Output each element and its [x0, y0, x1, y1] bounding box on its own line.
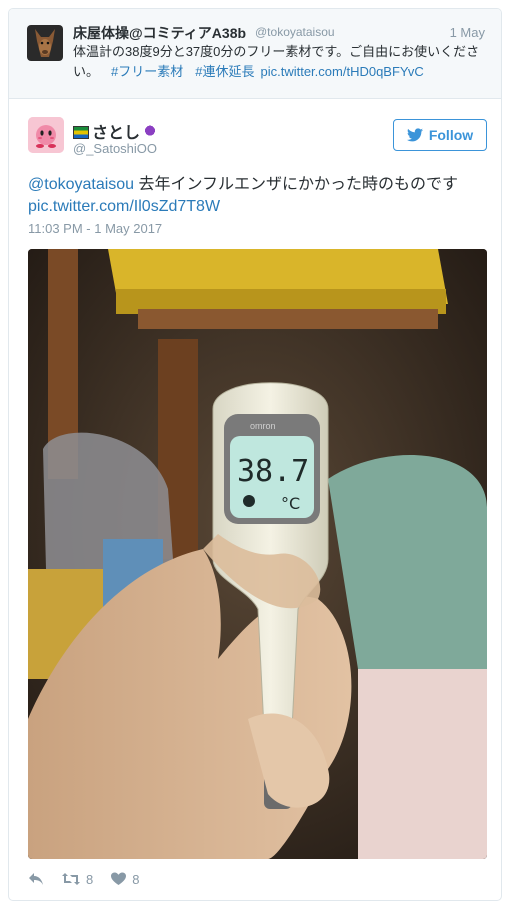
author-name-text: さとし [92, 125, 141, 142]
lcd-indicator [243, 495, 255, 507]
tweet-actions: 8 8 [28, 869, 157, 889]
reply-icon [29, 873, 43, 885]
like-count: 8 [132, 871, 140, 887]
parent-date[interactable]: 1 May [450, 25, 485, 40]
heart-icon [111, 872, 127, 885]
tweet-text: @tokoyataisou 去年インフルエンザにかかった時のものです pic.t… [28, 174, 488, 218]
retweet-count: 8 [86, 871, 94, 887]
author-handle[interactable]: @_SatoshiOO [73, 141, 157, 156]
hashtag-holiday-extension[interactable]: #連休延長 [195, 64, 254, 79]
like-button[interactable]: 8 [111, 872, 139, 887]
follow-label: Follow [428, 127, 474, 143]
thermometer-reading: 38.7 [237, 454, 309, 489]
hashtag-free-material[interactable]: #フリー素材 [111, 64, 183, 79]
tweet-photo[interactable]: omron 38.7 °C [28, 249, 487, 859]
mention-link[interactable]: @tokoyataisou [28, 176, 134, 193]
retweet-icon [62, 873, 80, 885]
author-avatar[interactable] [28, 117, 64, 153]
tweet-timestamp[interactable]: 11:03 PM - 1 May 2017 [28, 221, 162, 236]
flag-emoji-icon [73, 126, 89, 139]
parent-tweet[interactable]: 床屋体操@コミティアA38b @tokoyataisou 1 May 体温計の3… [9, 9, 501, 99]
parent-author-name[interactable]: 床屋体操@コミティアA38b [73, 23, 246, 43]
tree-emoji-icon [143, 125, 158, 139]
thermometer-photo: omron 38.7 °C [28, 249, 487, 859]
reply-button[interactable] [28, 872, 44, 886]
embedded-tweet: 床屋体操@コミティアA38b @tokoyataisou 1 May 体温計の3… [8, 8, 502, 901]
author-name[interactable]: さとし [73, 119, 158, 143]
parent-tweet-text: 体温計の38度9分と37度0分のフリー素材です。ご自由にお使いください。 #フリー… [73, 42, 491, 82]
parent-author-handle[interactable]: @tokoyataisou [255, 25, 335, 39]
follow-button[interactable]: Follow [393, 119, 487, 151]
parent-pic-link[interactable]: pic.twitter.com/tHD0qBFYvC [260, 64, 423, 79]
twitter-bird-icon [406, 128, 423, 142]
pic-link[interactable]: pic.twitter.com/Il0sZd7T8W [28, 198, 220, 215]
tweet-text-body: 去年インフルエンザにかかった時のものです [134, 176, 459, 193]
thermometer-brand: omron [250, 421, 276, 431]
retweet-button[interactable]: 8 [62, 872, 93, 887]
parent-avatar[interactable] [27, 25, 63, 61]
thermometer-unit: °C [281, 494, 300, 513]
